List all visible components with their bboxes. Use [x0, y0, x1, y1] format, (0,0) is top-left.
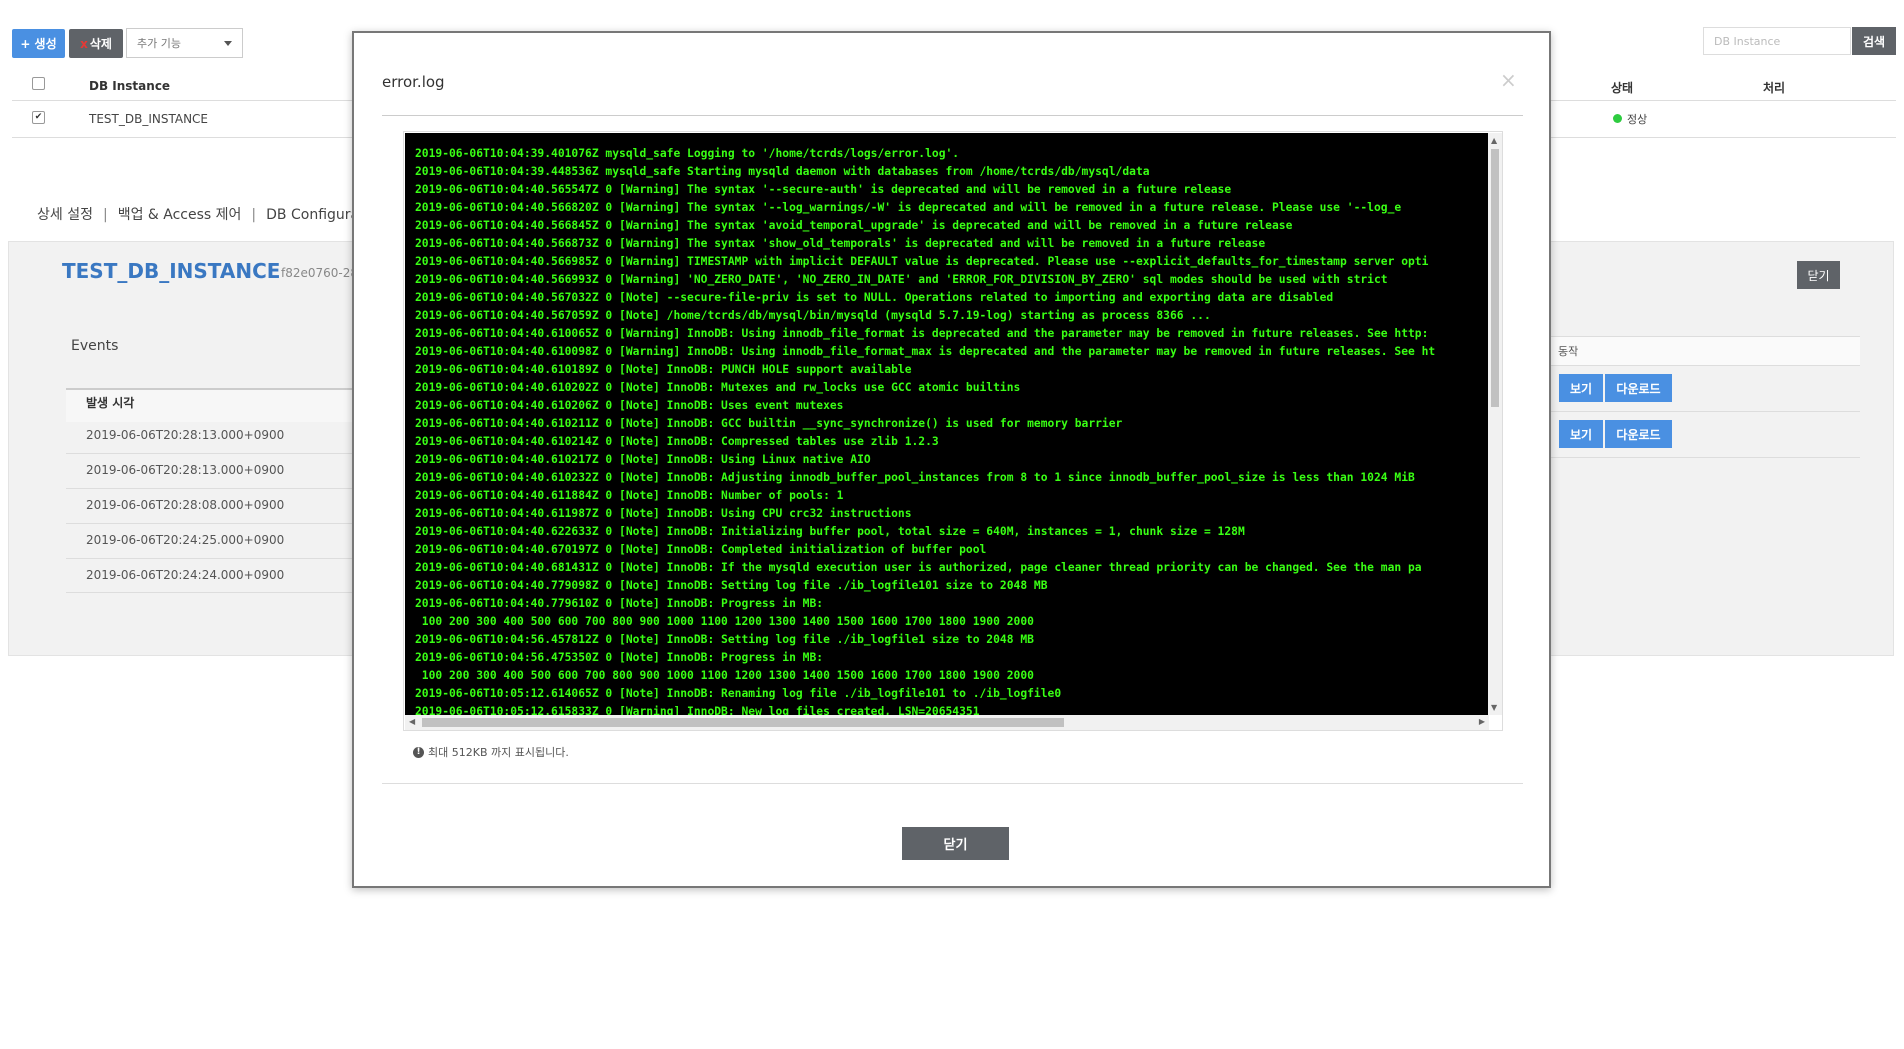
col-header-db-instance: DB Instance: [89, 79, 171, 93]
col-header-status: 상태: [1611, 81, 1634, 95]
create-button[interactable]: + 생성: [12, 29, 65, 58]
more-functions-value: 추가 기능: [137, 37, 181, 50]
event-divider: [66, 558, 366, 559]
event-row: 2019-06-06T20:24:25.000+0900: [86, 533, 285, 547]
download-log-button[interactable]: 다운로드: [1605, 374, 1672, 402]
modal-title: error.log: [382, 73, 445, 91]
events-label: Events: [71, 338, 119, 354]
events-col-time: 발생 시각: [86, 396, 135, 410]
delete-button[interactable]: x 삭제: [69, 29, 123, 58]
actions-divider: [1550, 457, 1860, 458]
scroll-right-icon[interactable]: ▶: [1479, 717, 1485, 726]
actions-table-header: [1550, 336, 1860, 366]
vertical-scrollbar[interactable]: ▲ ▼: [1488, 133, 1502, 715]
info-icon: !: [413, 746, 424, 758]
event-row: 2019-06-06T20:28:08.000+0900: [86, 498, 285, 512]
view-log-button[interactable]: 보기: [1559, 374, 1603, 402]
search-input[interactable]: DB Instance: [1703, 27, 1851, 55]
event-divider: [66, 453, 366, 454]
detail-tabs: 상세 설정 | 백업 & Access 제어 | DB Configurati: [37, 204, 368, 224]
horizontal-scrollbar[interactable]: ◀ ▶: [405, 715, 1489, 730]
horizontal-scroll-thumb[interactable]: [422, 718, 1064, 727]
event-row: 2019-06-06T20:28:13.000+0900: [86, 463, 285, 477]
instance-name-cell[interactable]: TEST_DB_INSTANCE: [89, 112, 208, 126]
event-row: 2019-06-06T20:24:24.000+0900: [86, 568, 285, 582]
delete-button-label: 삭제: [89, 37, 112, 51]
size-notice-text: 최대 512KB 까지 표시됩니다.: [428, 746, 569, 759]
event-divider: [66, 488, 366, 489]
select-all-checkbox[interactable]: [32, 77, 45, 90]
actions-col-header: 동작: [1558, 345, 1579, 358]
delete-x-icon: x: [80, 36, 88, 51]
modal-footer-divider: [382, 783, 1523, 784]
size-notice: ! 최대 512KB 까지 표시됩니다.: [413, 744, 569, 760]
col-header-action: 처리: [1763, 81, 1786, 95]
scroll-up-icon[interactable]: ▲: [1491, 136, 1497, 145]
detail-close-button[interactable]: 닫기: [1797, 261, 1840, 289]
log-viewer[interactable]: 2019-06-06T10:04:39.401076Z mysqld_safe …: [403, 131, 1503, 731]
chevron-down-icon: [224, 40, 232, 46]
close-icon[interactable]: ×: [1500, 68, 1517, 92]
row-checkbox[interactable]: ✔: [32, 111, 45, 124]
log-console[interactable]: 2019-06-06T10:04:39.401076Z mysqld_safe …: [405, 133, 1489, 715]
search-button[interactable]: 검색: [1852, 27, 1896, 55]
modal-close-button[interactable]: 닫기: [902, 827, 1009, 860]
status-dot-icon: [1613, 114, 1622, 123]
event-row: 2019-06-06T20:28:13.000+0900: [86, 428, 285, 442]
instance-id: f82e0760-28: [281, 266, 359, 280]
modal-header-divider: [382, 115, 1523, 116]
scroll-left-icon[interactable]: ◀: [409, 717, 415, 726]
tab-backup-access[interactable]: 백업 & Access 제어: [118, 207, 242, 223]
event-divider: [66, 592, 366, 593]
event-divider: [66, 523, 366, 524]
actions-divider: [1550, 411, 1860, 412]
instance-title: TEST_DB_INSTANCE: [62, 259, 281, 283]
vertical-scroll-thumb[interactable]: [1491, 149, 1499, 407]
log-text: 2019-06-06T10:04:39.401076Z mysqld_safe …: [415, 147, 1436, 715]
scroll-down-icon[interactable]: ▼: [1491, 703, 1497, 712]
view-log-button[interactable]: 보기: [1559, 420, 1603, 448]
more-functions-select[interactable]: 추가 기능: [126, 28, 243, 58]
tab-separator: |: [102, 207, 108, 223]
tab-detail-settings[interactable]: 상세 설정: [37, 207, 93, 223]
download-log-button[interactable]: 다운로드: [1605, 420, 1672, 448]
tab-separator: |: [251, 207, 257, 223]
status-text: 정상: [1627, 113, 1648, 126]
